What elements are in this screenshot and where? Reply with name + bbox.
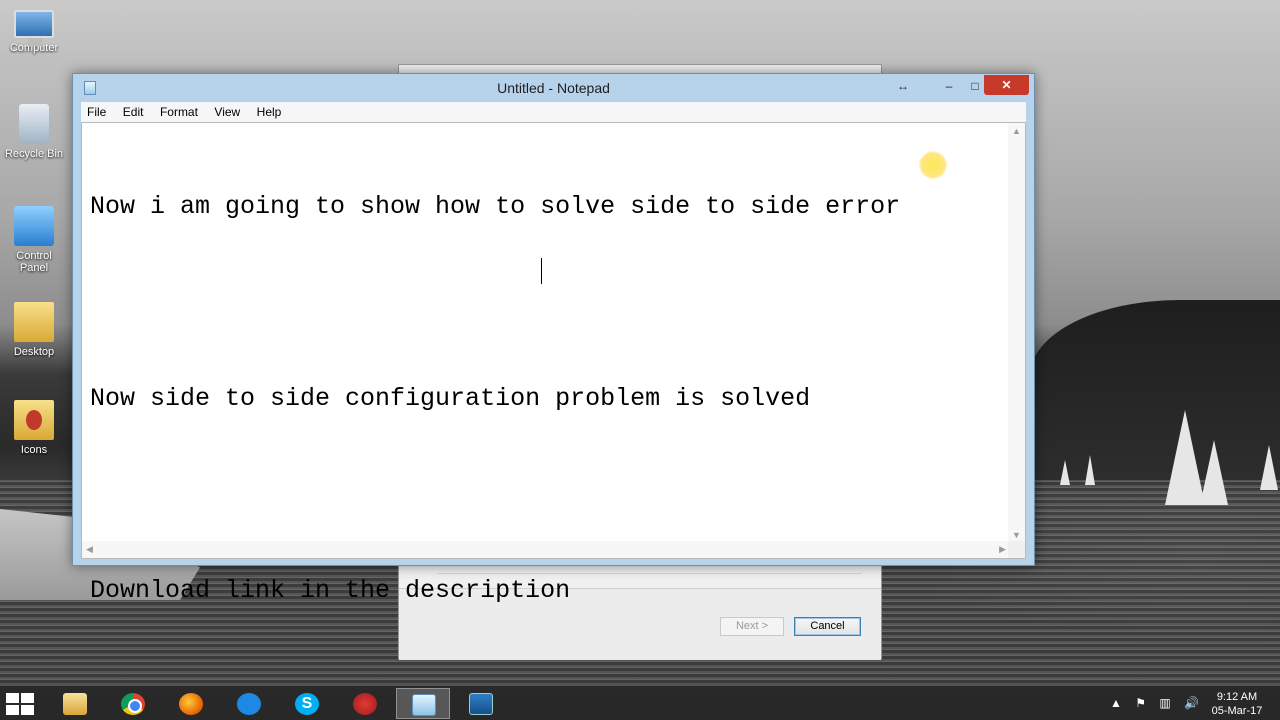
firefox-icon	[179, 693, 203, 715]
taskbar-skype[interactable]: S	[280, 688, 334, 719]
maximize-button[interactable]: □	[965, 76, 985, 96]
text-line	[90, 479, 1005, 511]
windows-logo-icon	[6, 705, 19, 715]
download-icon	[353, 693, 377, 715]
close-button[interactable]: ✕	[984, 75, 1029, 95]
clock[interactable]: 9:12 AM 05-Mar-17	[1207, 690, 1267, 718]
window-title: Untitled - Notepad	[497, 80, 610, 96]
desktop-icon-control-panel[interactable]: Control Panel	[4, 206, 64, 274]
scroll-down-arrow-icon[interactable]: ▼	[1012, 530, 1021, 540]
desktop-icon-icons[interactable]: Icons	[4, 400, 64, 456]
network-icon[interactable]: ▥	[1159, 696, 1170, 710]
minimize-button[interactable]: –	[939, 76, 959, 96]
notepad-titlebar[interactable]: Untitled - Notepad ↔ – □ ✕	[73, 74, 1034, 102]
clock-date: 05-Mar-17	[1211, 705, 1263, 717]
wallpaper-hill	[1030, 300, 1280, 490]
taskbar-sync[interactable]	[222, 688, 276, 719]
system-tray: ▲ ⚑ ▥ 🔊	[1110, 696, 1209, 710]
start-button[interactable]	[6, 693, 36, 715]
clock-time: 9:12 AM	[1216, 691, 1258, 703]
text-editor[interactable]: Now i am going to show how to solve side…	[81, 122, 1026, 605]
menu-edit[interactable]: Edit	[117, 102, 150, 122]
menu-file[interactable]: File	[81, 102, 112, 122]
folder-icon	[14, 302, 54, 342]
taskbar-downloader[interactable]	[338, 688, 392, 719]
windows-logo-icon	[21, 693, 34, 703]
mouse-cursor-highlight	[919, 151, 947, 179]
scroll-left-arrow-icon[interactable]: ◀	[86, 544, 93, 555]
text-line: Download link in the description	[90, 576, 571, 605]
horizontal-scrollbar[interactable]: ◀ ▶	[82, 541, 1010, 558]
taskbar-chrome[interactable]	[106, 688, 160, 719]
taskbar-firefox[interactable]	[164, 688, 218, 719]
chrome-icon	[121, 693, 145, 715]
notepad-window: Untitled - Notepad ↔ – □ ✕ File Edit For…	[72, 73, 1035, 605]
sync-icon	[237, 693, 261, 715]
menu-help[interactable]: Help	[251, 102, 288, 122]
vertical-scrollbar[interactable]: ▲ ▼	[1008, 123, 1025, 543]
show-hidden-icons-icon[interactable]: ▲	[1110, 696, 1122, 710]
taskbar-file-explorer[interactable]	[48, 688, 102, 719]
desktop-icon-computer[interactable]: Computer	[4, 10, 64, 54]
desktop-icon-label: Desktop	[13, 346, 55, 358]
windows-logo-icon	[21, 705, 34, 715]
recycle-bin-icon	[19, 104, 49, 144]
folder-icon	[14, 400, 54, 440]
action-center-flag-icon[interactable]: ⚑	[1135, 696, 1146, 710]
notepad-icon	[412, 694, 436, 716]
taskbar-setup[interactable]	[454, 688, 508, 719]
windows-logo-icon	[6, 693, 19, 703]
scroll-right-arrow-icon[interactable]: ▶	[999, 544, 1006, 555]
scroll-up-arrow-icon[interactable]: ▲	[1012, 126, 1021, 136]
taskbar: S ▲ ⚑ ▥ 🔊 9:12 AM 05-Mar-17	[0, 685, 1280, 720]
text-line: Now side to side configuration problem i…	[90, 384, 811, 413]
editor-text[interactable]: Now i am going to show how to solve side…	[90, 127, 1005, 671]
setup-icon	[469, 693, 493, 715]
text-line: Now i am going to show how to solve side…	[90, 192, 901, 221]
skype-icon: S	[295, 693, 319, 715]
folder-icon	[63, 693, 87, 715]
desktop-icon-label: Icons	[20, 444, 48, 456]
control-panel-icon	[14, 206, 54, 246]
resize-arrows-icon[interactable]: ↔	[893, 76, 913, 96]
menu-view[interactable]: View	[208, 102, 246, 122]
text-caret	[541, 258, 542, 284]
size-grip[interactable]	[1008, 541, 1025, 558]
desktop-icon-label: Control Panel	[16, 250, 52, 274]
volume-icon[interactable]: 🔊	[1184, 696, 1199, 710]
menu-bar: File Edit Format View Help	[81, 102, 1026, 122]
computer-icon	[14, 10, 54, 46]
desktop-icon-recycle-bin[interactable]: Recycle Bin	[4, 104, 64, 160]
text-line	[90, 287, 1005, 319]
taskbar-notepad[interactable]	[396, 688, 450, 719]
desktop-icon-desktop[interactable]: Desktop	[4, 302, 64, 358]
desktop-icon-label: Recycle Bin	[4, 148, 64, 160]
menu-format[interactable]: Format	[154, 102, 204, 122]
